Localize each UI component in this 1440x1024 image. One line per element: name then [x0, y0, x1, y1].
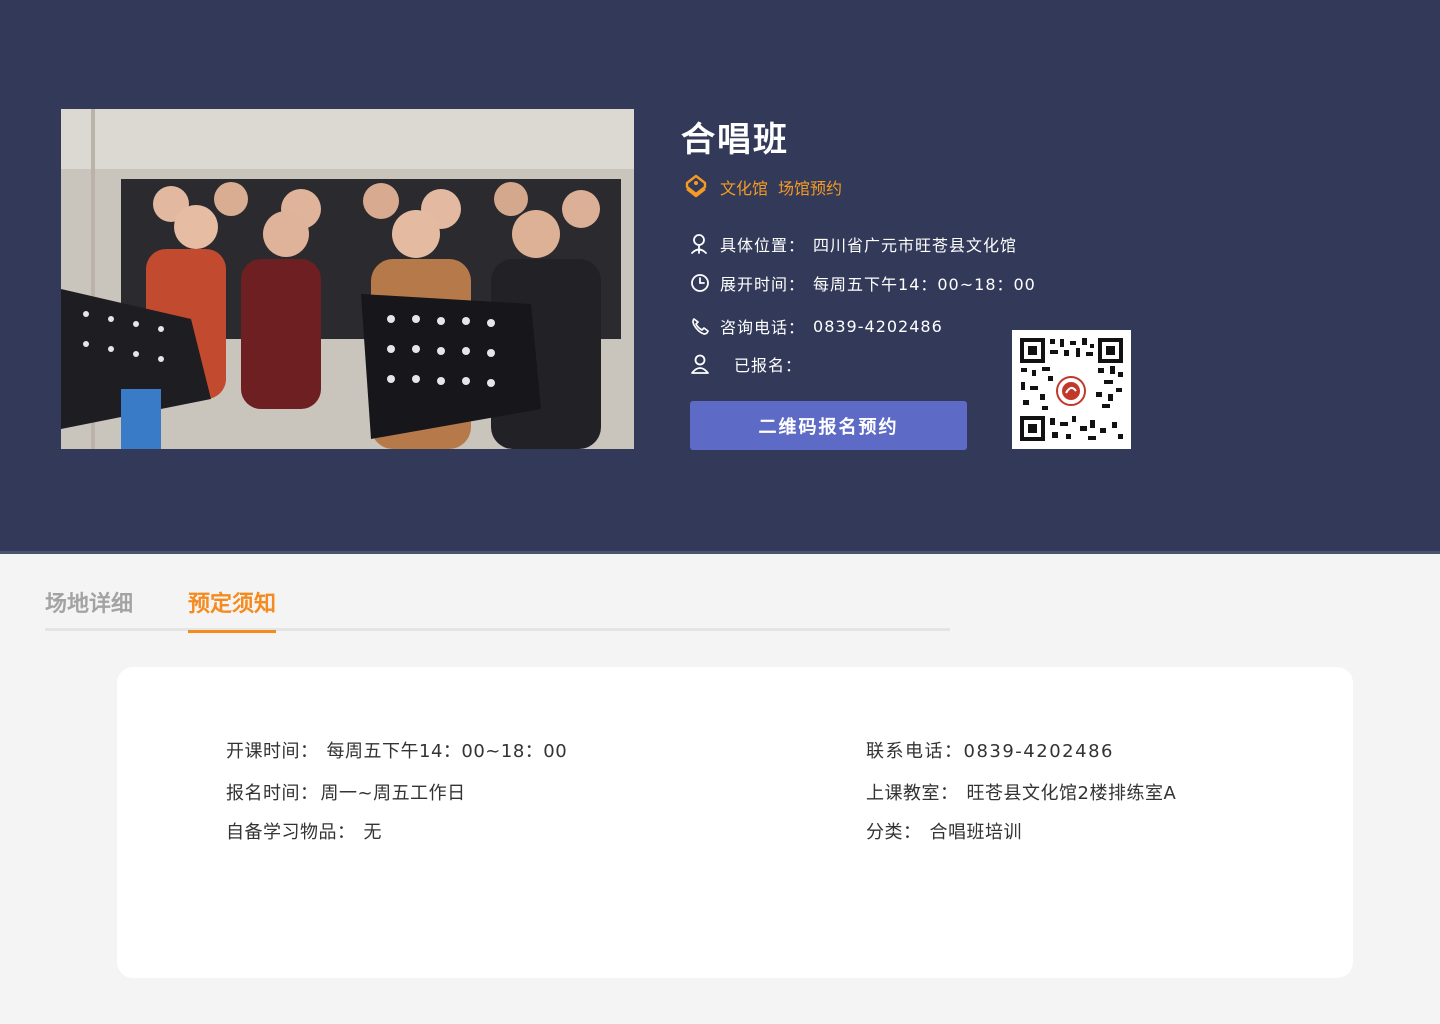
class-time-label: 开课时间：: [226, 741, 319, 762]
phone-row: 咨询电话： 0839-4202486: [689, 314, 943, 338]
supplies-value: 无: [363, 822, 382, 843]
qr-code[interactable]: [1012, 330, 1131, 449]
contact-value: 0839-4202486: [963, 741, 1114, 762]
supplies-label: 自备学习物品：: [226, 822, 356, 843]
tab-bar: 场地详细 预定须知: [45, 586, 950, 633]
user-icon: [689, 353, 711, 375]
classroom-label: 上课教室：: [866, 783, 959, 804]
clock-icon: [689, 272, 711, 294]
location-value: 四川省广元市旺苍县文化馆: [813, 236, 1018, 255]
time-row: 展开时间： 每周五下午14：00~18：00: [689, 271, 1036, 295]
signup-time-value: 周一~周五工作日: [320, 783, 466, 804]
hero-divider: [0, 551, 1440, 554]
course-title: 合唱班: [681, 120, 789, 160]
registered-row: 已报名：: [689, 352, 810, 376]
course-photo[interactable]: [61, 109, 634, 449]
category-field: 分类： 合唱班培训: [866, 818, 1022, 844]
registered-label: 已报名：: [734, 356, 803, 375]
signup-time-label: 报名时间：: [226, 783, 319, 804]
contact-label: 联系电话：: [866, 741, 964, 762]
class-time-value: 每周五下午14：00~18：00: [326, 741, 568, 762]
location-row: 具体位置： 四川省广元市旺苍县文化馆: [689, 232, 1017, 256]
phone-icon: [689, 315, 711, 337]
signup-time-field: 报名时间： 周一~周五工作日: [226, 779, 466, 805]
qr-register-button[interactable]: 二维码报名预约: [690, 401, 967, 450]
location-label: 具体位置：: [720, 236, 806, 255]
tag-icon: [685, 174, 707, 198]
supplies-field: 自备学习物品： 无: [226, 818, 382, 844]
tag-booking: 场馆预约: [778, 179, 843, 198]
phone-label: 咨询电话：: [720, 318, 806, 337]
tab-venue-details[interactable]: 场地详细: [45, 586, 133, 626]
choir-rehearsal-image: [61, 109, 634, 449]
qr-code-image: [1018, 336, 1125, 443]
class-time-field: 开课时间： 每周五下午14：00~18：00: [226, 737, 567, 763]
category-label: 分类：: [866, 822, 922, 843]
classroom-field: 上课教室： 旺苍县文化馆2楼排练室A: [866, 779, 1176, 805]
course-tags: 文化馆 场馆预约: [684, 174, 852, 200]
tab-booking-notice[interactable]: 预定须知: [188, 586, 277, 633]
classroom-value: 旺苍县文化馆2楼排练室A: [966, 783, 1177, 804]
phone-value: 0839-4202486: [813, 316, 943, 336]
notice-card: 开课时间： 每周五下午14：00~18：00 报名时间： 周一~周五工作日 自备学习…: [117, 667, 1353, 978]
contact-field: 联系电话：0839-4202486: [866, 737, 1114, 763]
time-value: 每周五下午14：00~18：00: [813, 275, 1036, 294]
category-value: 合唱班培训: [929, 822, 1022, 843]
tag-venue: 文化馆: [720, 179, 769, 198]
time-label: 展开时间：: [720, 275, 806, 294]
location-icon: [689, 233, 711, 255]
